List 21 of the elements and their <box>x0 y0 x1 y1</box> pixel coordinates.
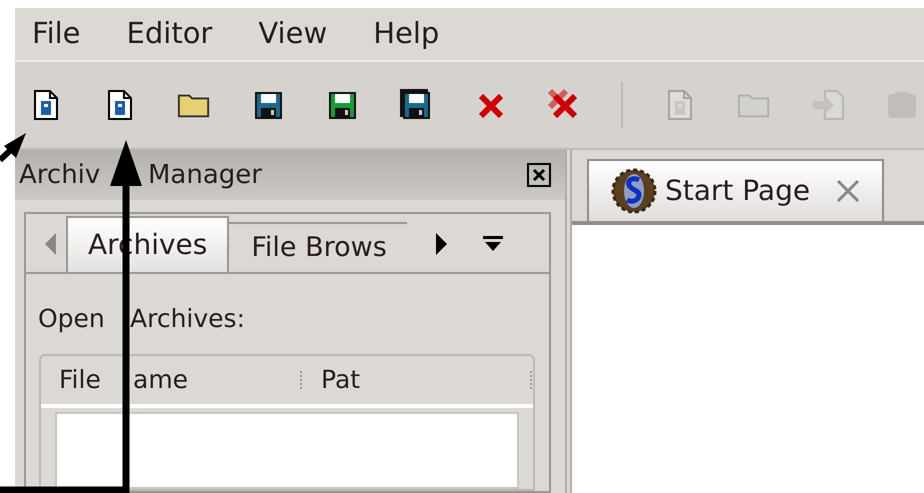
column-header[interactable]: File <box>59 364 101 394</box>
menu-item[interactable]: File <box>32 12 81 56</box>
panel-title: Archiv <box>19 160 100 190</box>
document-icon <box>107 89 133 121</box>
menu-item[interactable]: Help <box>373 12 440 56</box>
menu-item[interactable]: View <box>258 12 328 56</box>
document-icon <box>33 89 59 121</box>
section-label: Archives: <box>130 303 245 335</box>
close-icon[interactable] <box>527 163 551 187</box>
panel-title: Manager <box>148 158 262 192</box>
document-tab[interactable]: Start Page <box>587 159 884 221</box>
tab[interactable]: File Brows <box>229 222 408 272</box>
column-resize-icon <box>530 370 533 388</box>
column-header[interactable]: Pat <box>321 364 360 394</box>
section-label: Open <box>38 304 105 333</box>
column-resize-icon <box>300 370 303 388</box>
menu-item[interactable]: Editor <box>126 12 212 56</box>
document-icon <box>667 89 693 121</box>
import-arrow-icon <box>811 89 845 121</box>
column-header[interactable]: ame <box>133 364 188 394</box>
logo-icon <box>611 168 657 214</box>
